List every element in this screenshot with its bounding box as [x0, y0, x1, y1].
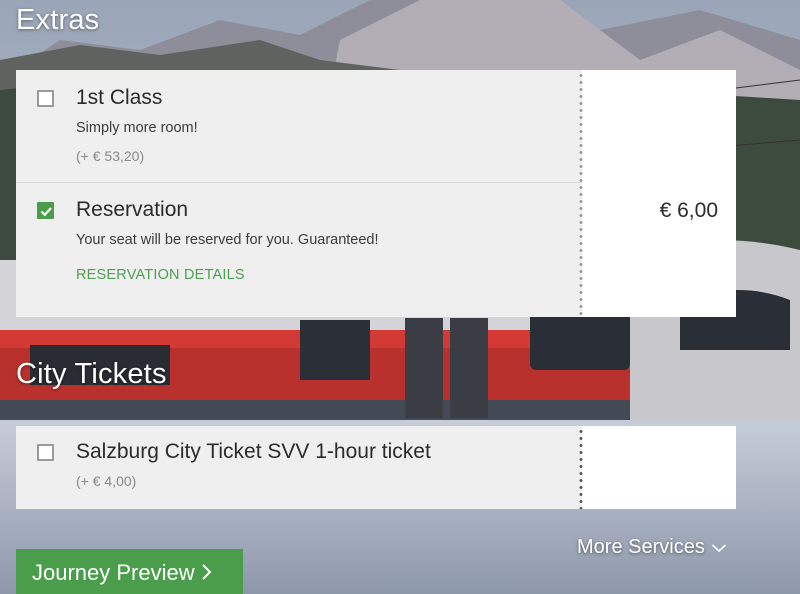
checkmark-icon [40, 207, 52, 217]
first-class-surcharge: (+ € 53,20) [76, 148, 145, 164]
first-class-title: 1st Class [76, 86, 163, 109]
chevron-right-icon [201, 561, 212, 587]
section-title-city-tickets: City Tickets [16, 358, 167, 390]
reservation-checkbox[interactable] [37, 202, 54, 219]
section-title-extras: Extras [16, 4, 100, 36]
journey-preview-button[interactable]: Journey Preview [16, 549, 243, 594]
reservation-description: Your seat will be reserved for you. Guar… [76, 232, 379, 248]
city-tickets-card: Salzburg City Ticket SVV 1-hour ticket (… [16, 426, 736, 509]
reservation-details-link[interactable]: RESERVATION DETAILS [76, 267, 245, 283]
reservation-price: € 6,00 [659, 199, 718, 222]
salzburg-ticket-checkbox[interactable] [37, 444, 54, 461]
extras-card: 1st Class Simply more room! (+ € 53,20) … [16, 70, 736, 317]
option-row-reservation[interactable]: Reservation Your seat will be reserved f… [16, 183, 582, 317]
first-class-description: Simply more room! [76, 120, 198, 136]
salzburg-ticket-surcharge: (+ € 4,00) [76, 473, 137, 489]
more-services-label: More Services [577, 536, 705, 558]
more-services-toggle[interactable]: More Services [577, 536, 727, 559]
price-column [582, 70, 736, 317]
option-row-salzburg-city-ticket[interactable]: Salzburg City Ticket SVV 1-hour ticket (… [16, 426, 582, 509]
first-class-checkbox[interactable] [37, 90, 54, 107]
chevron-down-icon [711, 536, 727, 559]
price-column [582, 426, 736, 509]
journey-preview-label: Journey Preview [32, 559, 195, 585]
reservation-title: Reservation [76, 198, 189, 221]
salzburg-ticket-title: Salzburg City Ticket SVV 1-hour ticket [76, 440, 431, 463]
option-row-first-class[interactable]: 1st Class Simply more room! (+ € 53,20) [16, 70, 582, 183]
